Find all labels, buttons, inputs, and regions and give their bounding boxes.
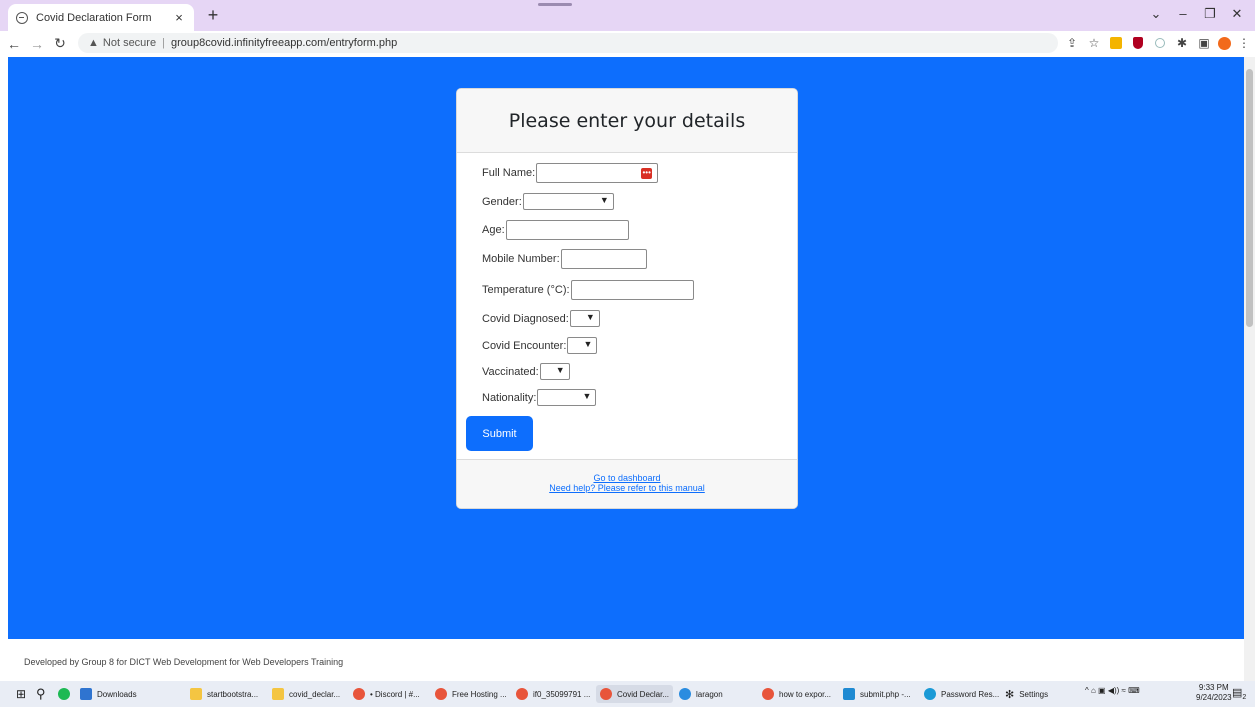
full-name-label: Full Name:	[482, 167, 536, 179]
form-title: Please enter your details	[457, 89, 797, 153]
taskbar-vscode[interactable]: submit.php -...	[843, 685, 911, 703]
puzzle-icon[interactable]: ✱	[1174, 35, 1190, 51]
omnibox[interactable]: ▲ Not secure | group8covid.infinityfreea…	[78, 33, 1058, 53]
manual-link[interactable]: Need help? Please refer to this manual	[457, 483, 797, 493]
taskbar-discord[interactable]: • Discord | #...	[353, 685, 420, 703]
taskbar-settings[interactable]: ✻ Settings	[1005, 685, 1048, 703]
chevron-down-icon: ▼	[599, 195, 609, 205]
site-footer-text: Developed by Group 8 for DICT Web Develo…	[24, 657, 344, 667]
gender-label: Gender:	[482, 195, 522, 208]
taskbar-covid-folder[interactable]: covid_declar...	[272, 685, 340, 703]
scrollbar-thumb[interactable]	[1246, 69, 1253, 327]
age-input[interactable]	[505, 220, 629, 240]
circle-extension-icon[interactable]	[1152, 35, 1168, 51]
browser-tabbar: Covid Declaration Form × + ⌄ – ❐ ✕	[0, 0, 1255, 31]
tab-close-button[interactable]: ×	[172, 10, 186, 25]
full-name-input[interactable]: •••	[536, 163, 659, 183]
ublock-shield-icon[interactable]	[1130, 35, 1146, 51]
reload-icon[interactable]: ↻	[51, 35, 69, 52]
page-scrollbar[interactable]	[1244, 57, 1255, 681]
vaccinated-row: Vaccinated: ▼	[482, 363, 570, 380]
url-text: group8covid.infinityfreeapp.com/entryfor…	[170, 37, 398, 49]
close-window-button[interactable]: ✕	[1227, 6, 1247, 22]
vaccinated-select[interactable]: ▼	[539, 363, 570, 380]
profile-avatar-icon[interactable]	[1216, 35, 1232, 51]
nationality-row: Nationality: ▼	[482, 389, 597, 406]
covid-encounter-label: Covid Encounter:	[482, 339, 567, 352]
menu-kebab-icon[interactable]: ⋮	[1236, 35, 1252, 51]
chevron-down-icon: ▼	[555, 365, 565, 375]
vaccinated-label: Vaccinated:	[482, 365, 539, 378]
covid-encounter-row: Covid Encounter: ▼	[482, 337, 598, 354]
temperature-input[interactable]	[570, 280, 694, 300]
nationality-select[interactable]: ▼	[537, 389, 597, 406]
windows-taskbar: ⊞ ⚲ Downloads startbootstra... covid_dec…	[0, 681, 1255, 707]
url-separator: |	[162, 37, 165, 49]
covid-diagnosed-select[interactable]: ▼	[569, 310, 600, 327]
warning-icon: ▲	[88, 37, 99, 49]
covid-diagnosed-row: Covid Diagnosed: ▼	[482, 310, 600, 327]
restore-button[interactable]: ❐	[1200, 6, 1220, 22]
mobile-input[interactable]	[560, 249, 647, 269]
back-icon[interactable]: ←	[5, 36, 23, 52]
share-icon[interactable]: ⇪	[1064, 35, 1080, 51]
page-background: Please enter your details Full Name: •••…	[8, 57, 1244, 639]
form-footer: Go to dashboard Need help? Please refer …	[457, 459, 797, 508]
browser-tab[interactable]: Covid Declaration Form ×	[8, 4, 194, 31]
gender-row: Gender: ▼	[482, 193, 614, 210]
temperature-label: Temperature (°C):	[482, 284, 570, 296]
new-tab-button[interactable]: +	[204, 6, 222, 24]
chevron-down-icon: ▼	[583, 339, 593, 349]
taskbar-if0[interactable]: if0_35099791 ...	[516, 685, 590, 703]
taskbar-covid-declaration[interactable]: Covid Declar...	[596, 685, 674, 703]
tab-strip-indicator	[538, 3, 572, 6]
bookmark-star-icon[interactable]: ☆	[1086, 35, 1102, 51]
submit-button[interactable]: Submit	[466, 416, 533, 451]
globe-icon	[16, 11, 28, 24]
clock[interactable]: 9:33 PM 9/24/2023	[1196, 683, 1232, 703]
mobile-label: Mobile Number:	[482, 253, 560, 265]
chevron-down-icon: ▼	[585, 312, 595, 322]
extension-icon[interactable]	[1108, 35, 1124, 51]
covid-diagnosed-label: Covid Diagnosed:	[482, 312, 569, 325]
start-icon[interactable]: ⊞	[16, 685, 26, 703]
gear-icon: ✻	[1005, 688, 1015, 701]
minimize-button[interactable]: –	[1173, 6, 1193, 21]
address-toolbar: ← → ↻ ▲ Not secure | group8covid.infinit…	[0, 31, 1255, 56]
taskbar-startbootstrap[interactable]: startbootstra...	[190, 685, 258, 703]
taskbar-downloads[interactable]: Downloads	[80, 685, 137, 703]
dashboard-link[interactable]: Go to dashboard	[457, 473, 797, 483]
temperature-row: Temperature (°C):	[482, 280, 694, 300]
security-label: Not secure	[102, 37, 157, 49]
age-row: Age:	[482, 220, 629, 240]
search-icon[interactable]: ⚲	[36, 685, 46, 703]
spotify-icon[interactable]	[58, 685, 75, 703]
taskbar-free-hosting[interactable]: Free Hosting ...	[435, 685, 507, 703]
side-panel-icon[interactable]: ▣	[1196, 35, 1212, 51]
taskbar-password-reset[interactable]: Password Res...	[924, 685, 999, 703]
nationality-label: Nationality:	[482, 391, 537, 404]
system-tray-icons[interactable]: ^ ⌂ ▣ ◀)) ≈ ⌨	[1085, 686, 1140, 695]
gender-select[interactable]: ▼	[522, 193, 614, 210]
age-label: Age:	[482, 224, 505, 236]
covid-encounter-select[interactable]: ▼	[567, 337, 598, 354]
mobile-row: Mobile Number:	[482, 249, 647, 269]
tab-search-button[interactable]: ⌄	[1146, 6, 1166, 22]
tab-title: Covid Declaration Form	[36, 11, 152, 24]
full-name-row: Full Name: •••	[482, 163, 659, 183]
form-body: Full Name: ••• Gender: ▼ Age: Mobile Num…	[457, 153, 797, 461]
notification-icon[interactable]: ▤2	[1232, 686, 1246, 701]
forward-icon[interactable]: →	[28, 36, 46, 52]
chevron-down-icon: ▼	[582, 391, 592, 401]
taskbar-how-to-export[interactable]: how to expor...	[762, 685, 831, 703]
entry-form-card: Please enter your details Full Name: •••…	[456, 88, 798, 509]
taskbar-laragon[interactable]: laragon	[679, 685, 723, 703]
password-manager-icon[interactable]: •••	[641, 168, 653, 179]
